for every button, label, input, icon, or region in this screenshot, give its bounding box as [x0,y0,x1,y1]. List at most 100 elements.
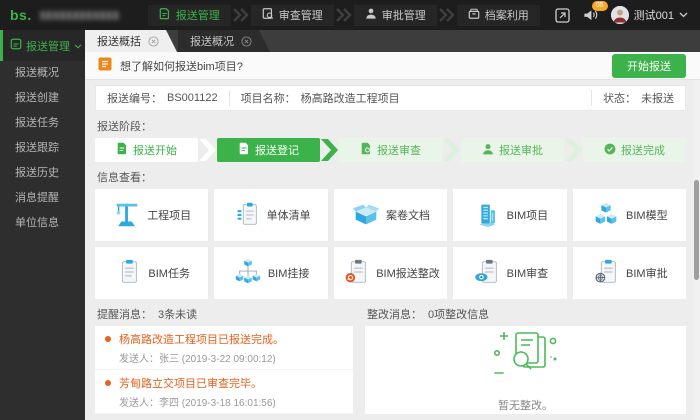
doc-send-icon [159,7,171,23]
stage-complete: 报送完成 [583,138,686,162]
vertical-scrollbar[interactable] [693,80,700,420]
reminder-item[interactable]: 芳甸路立交项目已审查完毕。 发送人：李四 (2019-3-18 16:01:56… [95,370,353,414]
stage-register: 报送登记 [217,138,320,162]
nav-item-approval[interactable]: 审批管理 [354,5,437,26]
clipboard-icon [113,257,143,290]
fullscreen-icon[interactable] [555,8,570,23]
chevron-down-icon [74,40,82,52]
empty-state: 暂无整改。 [365,326,686,414]
stages-section-label: 报送阶段： [97,118,684,134]
empty-text: 暂无整改。 [498,397,553,413]
sidebar-item-notifications[interactable]: 消息提醒 [0,186,85,211]
rectification-count: 0项整改信息 [428,306,489,322]
network-cubes-icon [233,257,263,290]
person-icon [482,143,494,158]
scrollbar-thumb[interactable] [694,180,699,280]
app-logo: bs. [10,7,32,23]
card-bim-approval[interactable]: BIM审批 [573,247,686,299]
clipboard-list-icon [232,199,262,232]
card-archive-docs[interactable]: 案卷文档 [334,189,447,241]
rectification-panel: 暂无整改。 [365,326,686,414]
close-icon[interactable] [241,36,252,47]
rectification-section-label: 整改消息： 0项整改信息 [367,306,684,322]
stage-review: 报送审查 [339,138,442,162]
main-nav: 报送管理 审查管理 审批管理 档案利用 [148,5,540,26]
sidebar-item-tasks[interactable]: 报送任务 [0,111,85,136]
user-name: 测试001 [634,7,674,23]
tab-submission-overview[interactable]: 报送概况 [178,30,270,52]
card-bim-model[interactable]: BIM模型 [573,189,686,241]
chevron-separator-icon [335,8,353,22]
nav-item-archive[interactable]: 档案利用 [457,5,540,26]
clipboard-alert-icon [341,257,371,290]
unread-dot-icon [105,380,111,386]
reminder-section-label: 提醒消息： 3条未读 [97,306,351,322]
help-text: 想了解如何报送bim项目? [120,58,243,74]
doc-search-icon [360,142,372,158]
crane-icon [112,199,142,232]
app-title-redacted: ████████████ [40,11,120,20]
card-bim-project[interactable]: BIM项目 [453,189,566,241]
status-field: 状态： 未报送 [591,90,685,106]
sidebar-root-submission-management[interactable]: 报送管理 [0,30,85,61]
main-area: 报送概括 报送概况 想了解如何报送bim项目? 开始报送 报送编号： BS001… [85,30,700,420]
card-bim-task[interactable]: BIM任务 [95,247,208,299]
building-icon [472,199,502,232]
card-bim-link[interactable]: BIM挂接 [214,247,327,299]
header-actions: 05 测试001 [555,6,688,24]
sidebar-item-unit-info[interactable]: 单位信息 [0,211,85,236]
stage-arrow-icon [198,139,217,161]
avatar [611,6,629,24]
rectification-section: 整改消息： 0项整改信息 [365,299,686,414]
doc-edit-icon [238,142,250,158]
sidebar-item-create[interactable]: 报送创建 [0,86,85,111]
sidebar-item-history[interactable]: 报送历史 [0,161,85,186]
submission-code-field: 报送编号： BS001122 [96,90,229,106]
top-header: bs. ████████████ 报送管理 审查管理 审批管理 档案利用 05 [0,0,700,30]
doc-send-icon [10,38,22,53]
chevron-down-icon [679,9,688,21]
nav-item-review[interactable]: 审查管理 [251,5,334,26]
project-name-field: 项目名称： 杨高路改造工程项目 [229,90,591,106]
card-engineering-project[interactable]: 工程项目 [95,189,208,241]
person-approve-icon [365,7,377,23]
bottom-panels: 提醒消息： 3条未读 杨高路改造工程项目已报送完成。 发送人：张三 (2019-… [95,299,686,414]
start-submission-button[interactable]: 开始报送 [612,54,686,78]
reminder-list: 杨高路改造工程项目已报送完成。 发送人：张三 (2019-3-22 09:00:… [95,326,353,414]
chevron-separator-icon [438,8,456,22]
chevron-separator-icon [232,8,250,22]
tab-submission-summary[interactable]: 报送概括 [85,30,177,52]
stage-approval: 报送审批 [461,138,564,162]
status-badge: 未报送 [641,90,674,106]
open-box-icon [351,199,381,232]
doc-review-icon [262,7,274,23]
announcement-icon[interactable]: 05 [583,8,598,22]
stage-arrow-icon [564,139,583,161]
clipboard-seal-icon [591,257,621,290]
empty-docs-search-icon [487,327,565,392]
unread-count: 3条未读 [158,306,197,322]
unread-dot-icon [105,336,111,342]
content-scroll-area: 报送编号： BS001122 项目名称： 杨高路改造工程项目 状态： 未报送 报… [85,80,700,420]
sidebar-item-tracking[interactable]: 报送跟踪 [0,136,85,161]
card-bim-review[interactable]: BIM审查 [453,247,566,299]
cubes-icon [591,199,621,232]
reminder-item[interactable]: 杨高路改造工程项目已报送完成。 发送人：张三 (2019-3-22 09:00:… [95,326,353,370]
info-view-section-label: 信息查看： [97,169,684,185]
stage-start: 报送开始 [95,138,198,162]
nav-item-submission[interactable]: 报送管理 [148,5,231,26]
help-doc-icon [98,57,112,74]
card-unit-list[interactable]: 单体清单 [214,189,327,241]
project-info-row: 报送编号： BS001122 项目名称： 杨高路改造工程项目 状态： 未报送 [95,85,686,111]
close-icon[interactable] [148,36,159,47]
stage-progress: 报送开始 报送登记 报送审查 报送审批 报送完成 [95,138,686,162]
clipboard-eye-icon [472,257,502,290]
notification-badge: 05 [592,1,608,11]
user-menu[interactable]: 测试001 [611,6,688,24]
sidebar-item-overview[interactable]: 报送概况 [0,61,85,86]
archive-icon [468,7,480,23]
sidebar: 报送管理 报送概况 报送创建 报送任务 报送跟踪 报送历史 消息提醒 单位信息 [0,30,85,420]
card-bim-rectification[interactable]: BIM报送整改 [334,247,447,299]
doc-icon [116,142,128,158]
tab-bar: 报送概括 报送概况 [85,30,700,52]
